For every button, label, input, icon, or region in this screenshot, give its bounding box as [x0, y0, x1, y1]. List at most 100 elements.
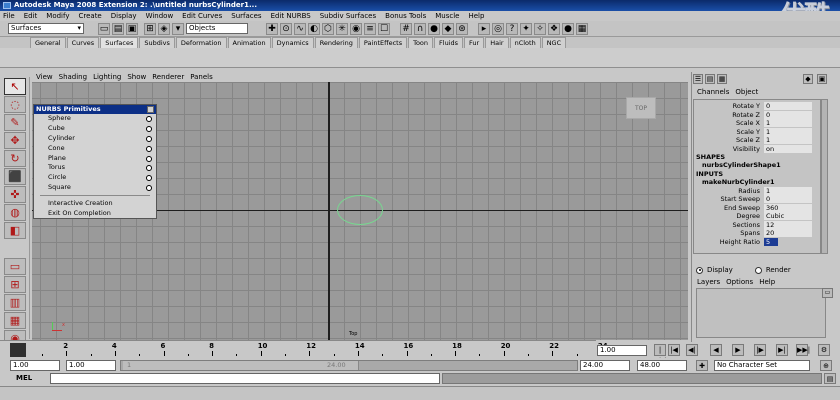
select-curve-icon[interactable]: ∿ — [294, 23, 306, 35]
nurbs-cylinder-object[interactable] — [337, 195, 383, 225]
select-lock-icon[interactable]: ☐ — [378, 23, 390, 35]
step-back-key-icon[interactable]: |◀ — [668, 344, 680, 356]
shelf-tab-subdivs[interactable]: Subdivs — [139, 37, 175, 48]
attr-row-rotate-z[interactable]: Rotate Z 0 — [694, 110, 820, 119]
layer-menu-help[interactable]: Help — [759, 278, 775, 286]
shelf-tab-curves[interactable]: Curves — [66, 37, 100, 48]
nurbs-item-cube[interactable]: Cube — [34, 124, 156, 134]
option-box-icon[interactable] — [146, 155, 152, 162]
nurbs-item-plane[interactable]: Plane — [34, 154, 156, 164]
menu-muscle[interactable]: Muscle — [435, 12, 459, 20]
nurbs-item-square[interactable]: Square — [34, 183, 156, 193]
render-view-icon[interactable]: ▦ — [576, 23, 588, 35]
animation-preferences-icon[interactable]: ⚙ — [818, 344, 830, 356]
universal-manipulator-icon[interactable]: ✜ — [4, 186, 26, 203]
select-joint-icon[interactable]: ⊙ — [280, 23, 292, 35]
select-render-icon[interactable]: ◉ — [350, 23, 362, 35]
menu-edit[interactable]: Edit — [24, 12, 38, 20]
range-slider-bar[interactable]: 1 24.00 — [120, 360, 578, 371]
input-node-name[interactable]: makeNurbCylinder1 — [702, 178, 775, 186]
lasso-tool-icon[interactable]: ◌ — [4, 96, 26, 113]
snap-point-icon[interactable]: ● — [428, 23, 440, 35]
step-forward-frame-icon[interactable]: |▶ — [754, 344, 766, 356]
menu-edit-nurbs[interactable]: Edit NURBS — [271, 12, 311, 20]
layer-editor-toggle-icon[interactable]: ◆ — [803, 74, 813, 84]
attr-row-start-sweep[interactable]: Start Sweep 0 — [694, 195, 820, 203]
auto-key-icon[interactable]: ⊕ — [820, 360, 832, 371]
nurbs-item-sphere[interactable]: Sphere — [34, 114, 156, 124]
save-scene-icon[interactable]: ▣ — [126, 23, 138, 35]
view-cube[interactable]: TOP — [626, 97, 656, 119]
attr-value-field[interactable]: 360 — [764, 203, 812, 212]
attr-value-field[interactable]: 0 — [764, 110, 812, 119]
shelf-tab-painteffects[interactable]: PaintEffects — [358, 37, 408, 48]
snap-grid-icon[interactable]: # — [400, 23, 412, 35]
play-forward-icon[interactable]: ▶ — [732, 344, 744, 356]
range-slider-thumb[interactable] — [123, 361, 359, 370]
input-ops-icon[interactable]: ◎ — [492, 23, 504, 35]
attr-value-field[interactable]: on — [764, 144, 812, 153]
nurbs-item-circle[interactable]: Circle — [34, 173, 156, 183]
snap-curve-icon[interactable]: ∩ — [414, 23, 426, 35]
attr-row-degree[interactable]: Degree Cubic — [694, 212, 820, 220]
attr-row-visibility[interactable]: Visibility on — [694, 144, 820, 153]
paint-select-tool-icon[interactable]: ✎ — [4, 114, 26, 131]
ipr-render-icon[interactable]: ✧ — [534, 23, 546, 35]
shelf-tab-ncloth[interactable]: nCloth — [509, 37, 541, 48]
nurbs-item-cone[interactable]: Cone — [34, 144, 156, 154]
layout-graph-icon[interactable]: ▦ — [4, 312, 26, 329]
panel-menu-shading[interactable]: Shading — [59, 73, 87, 81]
attr-value-field[interactable]: 1 — [764, 186, 812, 195]
option-box-icon[interactable] — [146, 165, 152, 172]
shelf-tab-toon[interactable]: Toon — [408, 37, 434, 48]
rotate-tool-icon[interactable]: ↻ — [4, 150, 26, 167]
script-editor-icon[interactable]: ▤ — [824, 373, 836, 384]
end-time-field[interactable]: 48.00 — [637, 360, 687, 371]
render-icon[interactable]: ✦ — [520, 23, 532, 35]
shape-node-name[interactable]: nurbsCylinderShape1 — [702, 161, 781, 169]
time-slider-current-marker[interactable] — [10, 343, 26, 357]
channel-layer-toggle-icon[interactable]: ▣ — [817, 74, 827, 84]
select-misc-icon[interactable]: ≡ — [364, 23, 376, 35]
attribute-editor-toggle-icon[interactable]: ▤ — [705, 74, 715, 84]
show-manipulator-icon[interactable]: ◧ — [4, 222, 26, 239]
shelf-tab-fluids[interactable]: Fluids — [434, 37, 464, 48]
layer-menu-layers[interactable]: Layers — [697, 278, 720, 286]
panel-menu-lighting[interactable]: Lighting — [93, 73, 121, 81]
display-layer-radio[interactable] — [696, 266, 703, 274]
select-surface-icon[interactable]: ◐ — [308, 23, 320, 35]
menu-window[interactable]: Window — [146, 12, 174, 20]
current-frame-field[interactable]: 1.00 — [597, 345, 647, 356]
new-scene-icon[interactable]: ▭ — [98, 23, 110, 35]
snap-live-icon[interactable]: ⊛ — [456, 23, 468, 35]
layout-outliner-icon[interactable]: ▥ — [4, 294, 26, 311]
select-by-object-icon[interactable]: ◈ — [158, 23, 170, 35]
snap-view-icon[interactable]: ◆ — [442, 23, 454, 35]
attr-value-field[interactable]: 1 — [764, 136, 812, 144]
menu-help[interactable]: Help — [468, 12, 484, 20]
nurbs-item-cylinder[interactable]: Cylinder — [34, 134, 156, 144]
nurbs-menu-close-icon[interactable] — [147, 106, 154, 113]
menu-bonus-tools[interactable]: Bonus Tools — [385, 12, 426, 20]
attr-value-field[interactable]: 1 — [764, 119, 812, 127]
playback-start-field[interactable]: 1.00 — [66, 360, 116, 371]
shelf-tab-fur[interactable]: Fur — [464, 37, 485, 48]
select-by-component-icon[interactable]: ▾ — [172, 23, 184, 35]
option-box-icon[interactable] — [146, 175, 152, 182]
attr-row-scale-x[interactable]: Scale X 1 — [694, 119, 820, 127]
attr-row-sections[interactable]: Sections 12 — [694, 220, 820, 229]
new-layer-icon[interactable]: ▭ — [822, 288, 833, 298]
selection-mask-field[interactable]: Objects — [186, 23, 248, 34]
hypershade-icon[interactable]: ● — [562, 23, 574, 35]
attr-value-field[interactable]: 1 — [764, 127, 812, 136]
character-set-icon[interactable]: ✚ — [696, 360, 708, 371]
attr-value-field[interactable]: 20 — [764, 229, 812, 237]
attr-row-height-ratio[interactable]: Height Ratio 5 — [694, 237, 820, 246]
go-to-end-icon[interactable]: ▶▶| — [796, 344, 810, 356]
open-scene-icon[interactable]: ▤ — [112, 23, 124, 35]
command-input[interactable] — [50, 373, 440, 384]
select-dynamic-icon[interactable]: ✳ — [336, 23, 348, 35]
panel-menu-panels[interactable]: Panels — [190, 73, 213, 81]
attr-value-field[interactable]: 0 — [764, 195, 812, 203]
menu-subdiv-surfaces[interactable]: Subdiv Surfaces — [320, 12, 376, 20]
